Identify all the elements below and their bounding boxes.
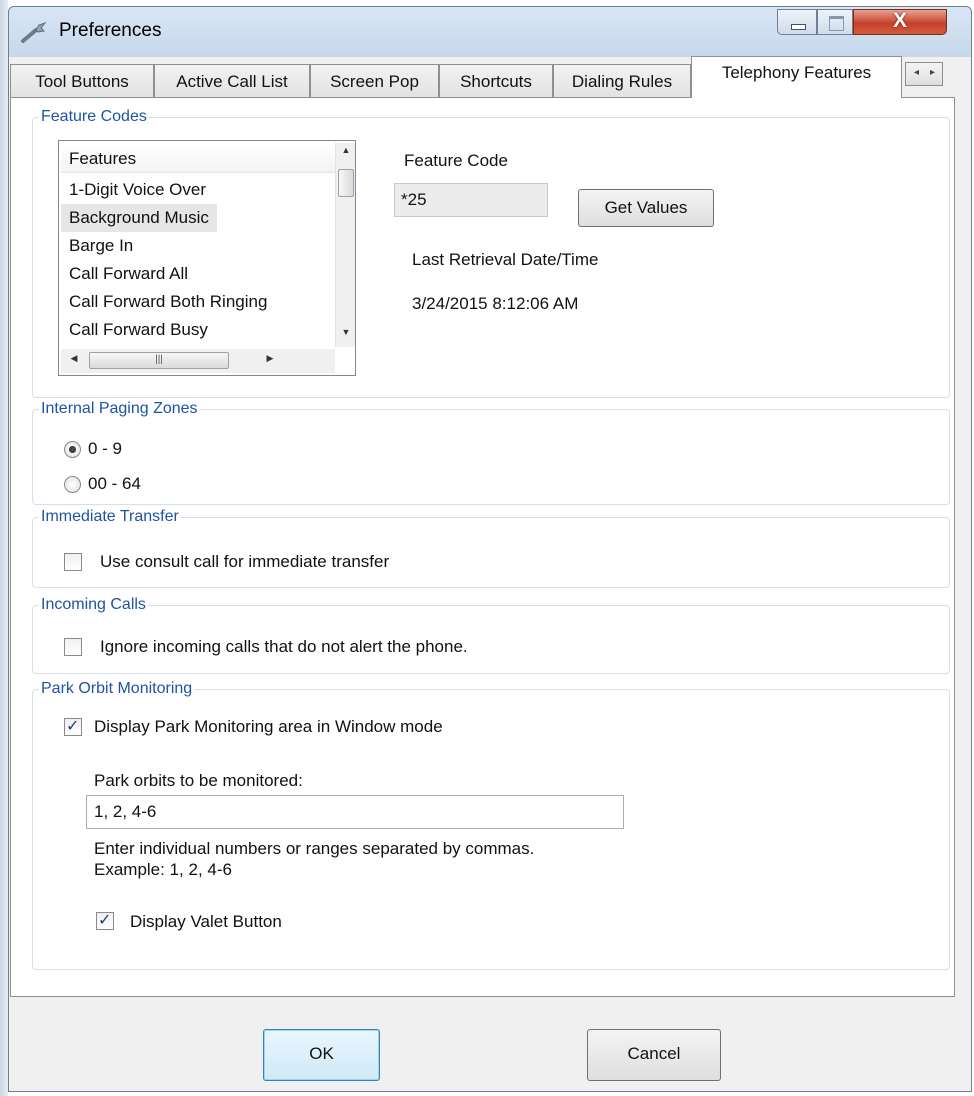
check-mark-icon: ✓: [98, 912, 112, 929]
radio-zones-0-9[interactable]: [64, 441, 81, 458]
cancel-button[interactable]: Cancel: [587, 1029, 721, 1081]
vertical-scroll-thumb[interactable]: [338, 169, 354, 197]
radio-zones-00-64[interactable]: [64, 476, 81, 493]
feature-codes-legend: Feature Codes: [41, 108, 147, 125]
maximize-button[interactable]: [817, 9, 853, 35]
close-button[interactable]: X: [853, 9, 947, 35]
immediate-transfer-group: Immediate Transfer: [32, 508, 950, 588]
list-item[interactable]: Call Forward Busy: [61, 316, 335, 344]
ignore-incoming-label[interactable]: Ignore incoming calls that do not alert …: [100, 637, 468, 657]
features-vertical-scrollbar[interactable]: ▲ ▼: [335, 143, 355, 347]
window-title: Preferences: [59, 20, 162, 41]
features-listbox[interactable]: Features 1-Digit Voice Over Background M…: [58, 140, 356, 376]
park-orbits-label: Park orbits to be monitored:: [94, 771, 303, 790]
list-item[interactable]: Call Forward Both Ringing: [61, 288, 335, 316]
list-item-selected[interactable]: Background Music: [61, 204, 217, 232]
tab-active-call-list[interactable]: Active Call List: [154, 64, 310, 98]
feature-code-field: *25: [394, 183, 548, 217]
tab-scroll-right-icon[interactable]: ▸: [930, 67, 935, 78]
display-valet-label[interactable]: Display Valet Button: [130, 912, 282, 932]
incoming-calls-group: Incoming Calls: [32, 596, 950, 674]
title-bar[interactable]: Preferences X: [9, 7, 971, 57]
scroll-down-icon[interactable]: ▼: [336, 327, 356, 345]
list-item[interactable]: 1-Digit Voice Over: [61, 176, 335, 204]
park-orbits-example: Example: 1, 2, 4-6: [94, 860, 232, 879]
tab-tool-buttons[interactable]: Tool Buttons: [10, 64, 154, 98]
display-valet-checkbox[interactable]: ✓: [96, 912, 114, 930]
immediate-transfer-legend: Immediate Transfer: [41, 508, 179, 525]
tab-dialing-rules[interactable]: Dialing Rules: [553, 64, 691, 98]
radio-zones-0-9-label[interactable]: 0 - 9: [88, 439, 122, 459]
horizontal-scroll-thumb[interactable]: |||: [89, 352, 229, 369]
incoming-calls-legend: Incoming Calls: [41, 596, 146, 613]
tab-scroll-left-icon[interactable]: ◂: [914, 67, 919, 78]
list-item[interactable]: Barge In: [61, 232, 335, 260]
display-park-monitoring-checkbox[interactable]: ✓: [64, 718, 82, 736]
scroll-up-icon[interactable]: ▲: [336, 145, 356, 163]
consult-call-label[interactable]: Use consult call for immediate transfer: [100, 552, 389, 572]
feature-code-label: Feature Code: [404, 151, 508, 170]
features-column-header[interactable]: Features: [61, 143, 335, 173]
tab-telephony-features[interactable]: Telephony Features: [691, 56, 902, 98]
last-retrieval-value: 3/24/2015 8:12:06 AM: [412, 294, 579, 313]
paging-zones-group: Internal Paging Zones: [32, 400, 950, 505]
ok-button[interactable]: OK: [263, 1029, 380, 1081]
park-orbit-legend: Park Orbit Monitoring: [41, 680, 193, 697]
last-retrieval-label: Last Retrieval Date/Time: [412, 250, 599, 269]
paging-zones-legend: Internal Paging Zones: [41, 400, 198, 417]
radio-zones-00-64-label[interactable]: 00 - 64: [88, 474, 141, 494]
consult-call-checkbox[interactable]: [64, 553, 82, 571]
scroll-right-icon[interactable]: ▶: [261, 353, 279, 364]
wrench-icon: [21, 21, 47, 43]
check-mark-icon: ✓: [66, 718, 80, 735]
background-window-edge: [0, 0, 8, 1096]
get-values-button[interactable]: Get Values: [578, 189, 714, 227]
tab-scroll-buttons[interactable]: ◂ ▸: [905, 62, 943, 86]
close-icon: X: [892, 9, 907, 32]
features-list: 1-Digit Voice Over Background Music Barg…: [61, 176, 335, 346]
display-park-monitoring-label[interactable]: Display Park Monitoring area in Window m…: [94, 717, 443, 737]
ignore-incoming-checkbox[interactable]: [64, 638, 82, 656]
minimize-button[interactable]: [777, 9, 817, 35]
park-orbits-input[interactable]: 1, 2, 4-6: [86, 795, 624, 829]
park-orbits-hint: Enter individual numbers or ranges separ…: [94, 839, 535, 858]
features-horizontal-scrollbar[interactable]: ◀ ||| ▶: [61, 349, 335, 373]
tab-screen-pop[interactable]: Screen Pop: [310, 64, 439, 98]
tab-shortcuts[interactable]: Shortcuts: [439, 64, 553, 98]
list-item[interactable]: Call Forward All: [61, 260, 335, 288]
scroll-left-icon[interactable]: ◀: [65, 353, 83, 364]
